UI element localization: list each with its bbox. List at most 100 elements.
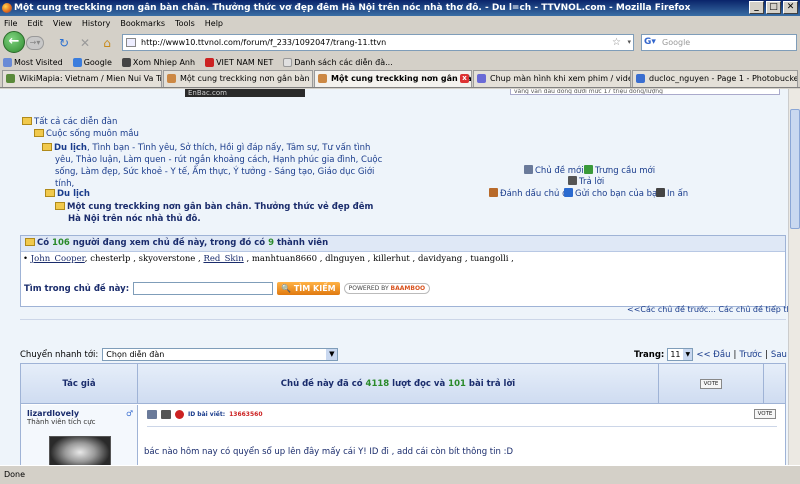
bookmark-topic-action[interactable]: Đánh dấu chủ đề <box>489 188 573 199</box>
forum-select[interactable]: Chọn diễn đàn ▼ <box>102 348 339 361</box>
menu-help[interactable]: Help <box>205 19 223 28</box>
bookmark-google[interactable]: Google <box>72 57 112 67</box>
topic-title: Một cung treckking nơn gân bàn chân. Thư… <box>55 201 388 225</box>
google-icon[interactable]: G▾ <box>644 36 658 49</box>
bookmark-most-visited[interactable]: Most Visited <box>3 57 63 67</box>
maximize-button[interactable]: □ <box>766 1 781 14</box>
folder-icon <box>55 202 65 210</box>
viewer-count: 106 <box>52 238 70 248</box>
tab-strip: WikiMapia: Vietnam / Mien Nui Va Trung..… <box>0 70 800 88</box>
firefox-icon <box>2 3 12 13</box>
bookmark-xom-nhiep-anh[interactable]: Xom Nhiep Anh <box>121 57 195 67</box>
reload-icon[interactable]: ↻ <box>56 35 72 51</box>
camera-icon <box>121 57 131 67</box>
bookmarks-toolbar: Most Visited Google Xom Nhiep Anh VIET N… <box>0 55 800 69</box>
tab-favicon-icon <box>167 74 176 83</box>
scrollbar-thumb[interactable] <box>790 109 800 229</box>
back-arrow-icon[interactable]: ← <box>3 31 25 53</box>
page-select[interactable]: 11 ▼ <box>667 348 694 361</box>
bookmark-star-icon[interactable]: ☆ <box>612 35 621 50</box>
print-action[interactable]: In ấn <box>656 188 688 199</box>
bookmark-forum-list[interactable]: Danh sách các diễn đà... <box>283 57 393 67</box>
action-label: Đánh dấu chủ đề <box>500 189 573 199</box>
post-divider <box>147 426 777 427</box>
menu-history[interactable]: History <box>82 19 110 28</box>
post-author-name[interactable]: lizardlovely <box>27 409 79 418</box>
viewer-user[interactable]: chesterlp <box>90 254 130 264</box>
close-button[interactable]: ✕ <box>783 1 798 14</box>
new-topic-action[interactable]: Chủ đề mới <box>524 165 584 176</box>
viewer-user[interactable]: skyoverstone <box>139 254 196 264</box>
new-poll-action[interactable]: Trưng cầu mới <box>584 165 655 176</box>
reply-action[interactable]: Trả lời <box>568 176 604 187</box>
pagination: Trang: 11 ▼ << Đầu | Trước | Sau <box>634 348 787 361</box>
tab-screen-capture[interactable]: Chup màn hình khi xem phim / video bằ... <box>473 70 631 87</box>
page-icon <box>283 57 293 67</box>
viewer-user[interactable]: Red_Skin <box>203 254 243 264</box>
report-icon[interactable] <box>175 410 184 419</box>
breadcrumb-level1[interactable]: Cuộc sống muôn mầu <box>34 129 139 139</box>
vote-cell: VOTE <box>658 364 763 404</box>
tab-photobucket[interactable]: ducloc_nguyen - Page 1 - Photobucket ... <box>632 70 798 87</box>
viewer-user[interactable]: manhtuan8660 <box>252 254 317 264</box>
post-vote-button[interactable]: VOTE <box>754 409 776 419</box>
post-body: ID bài viết: 13663560 VOTE bác nào hôm n… <box>139 405 785 465</box>
viewer-user[interactable]: John_Cooper <box>31 254 85 264</box>
view-count: 4118 <box>365 379 390 389</box>
menu-edit[interactable]: Edit <box>27 19 43 28</box>
viewer-user[interactable]: dlnguyen <box>325 254 365 264</box>
breadcrumb-current-forum[interactable]: Du lịch <box>45 189 90 199</box>
viewer-user[interactable]: davidyang <box>418 254 462 264</box>
viewers-header: Có 106 người đang xem chủ đề này, trong … <box>21 236 785 252</box>
next-page-link[interactable]: Sau <box>771 350 787 360</box>
menu-view[interactable]: View <box>53 19 72 28</box>
viewers-text: người đang xem chủ đề này, trong đó có <box>69 238 269 248</box>
edit-icon[interactable] <box>147 410 157 419</box>
tab-wikimapia[interactable]: WikiMapia: Vietnam / Mien Nui Va Trung..… <box>2 70 162 87</box>
search-bar[interactable]: G▾ Google <box>641 34 797 51</box>
home-icon[interactable]: ⌂ <box>99 35 115 51</box>
url-dropdown-icon[interactable]: ▾ <box>627 35 631 50</box>
google-icon <box>72 57 82 67</box>
folder-icon <box>34 129 44 137</box>
enbac-banner[interactable]: EnBac.com <box>185 89 305 97</box>
stop-icon[interactable]: ✕ <box>77 35 93 51</box>
stats-text: bài trả lời <box>465 379 516 389</box>
first-page-link[interactable]: << Đầu <box>696 350 730 360</box>
pager-label: Trang: <box>634 349 665 360</box>
viewer-user[interactable]: tuangolli <box>470 254 508 264</box>
bookmark-vietnamnet[interactable]: VIET NAM NET <box>205 57 273 67</box>
quick-jump: Chuyển nhanh tới: Chọn diễn đàn ▼ <box>20 348 339 361</box>
menu-tools[interactable]: Tools <box>175 19 195 28</box>
menu-bookmarks[interactable]: Bookmarks <box>120 19 165 28</box>
bookmark-label: Danh sách các diễn đà... <box>294 57 393 67</box>
send-friend-action[interactable]: Gửi cho bạn của bạn <box>564 188 663 199</box>
subforum-links[interactable]: , Tình bạn - Tình yêu, Sở thích, Hồi gì … <box>55 143 382 189</box>
tab-close-icon[interactable]: x <box>460 74 469 83</box>
forward-arrow-icon[interactable]: →▾ <box>26 36 44 50</box>
menu-file[interactable]: File <box>4 19 17 28</box>
printer-icon[interactable] <box>161 410 171 419</box>
window-title: Một cung treckking nơn gân bàn chân. Thư… <box>14 3 691 13</box>
prev-page-link[interactable]: Trước <box>739 350 762 360</box>
search-button[interactable]: 🔍 TÌM KIẾM <box>277 282 340 295</box>
viewer-user[interactable]: killerhut <box>373 254 410 264</box>
powered-by-text: POWERED BY <box>348 285 391 292</box>
forum-link-dulich[interactable]: Du lịch <box>54 143 87 153</box>
reply-count: 101 <box>448 379 466 389</box>
url-bar[interactable]: http://www10.ttvnol.com/forum/f_233/1092… <box>122 34 634 51</box>
tab-topic-1[interactable]: Một cung treckking nơn gân bàn chân... <box>163 70 313 87</box>
menu-bar: File Edit View History Bookmarks Tools H… <box>0 16 800 30</box>
prev-next-topics[interactable]: <<Các chủ đề trước... Các chủ đề tiếp th… <box>627 305 788 314</box>
divider <box>20 319 786 320</box>
window-controls: _ □ ✕ <box>749 1 798 14</box>
topic-search-input[interactable] <box>133 282 274 295</box>
tab-topic-active[interactable]: Một cung treckking nơn gân bàn ...x <box>314 70 472 87</box>
navigation-toolbar: ← →▾ ↻ ✕ ⌂ http://www10.ttvnol.com/forum… <box>0 30 800 54</box>
breadcrumb-root[interactable]: Tất cả các diễn đàn <box>22 117 117 127</box>
vertical-scrollbar[interactable] <box>788 89 800 465</box>
news-ticker[interactable]: vàng vẫn dẫu dồng dưới mức 17 triệu đồng… <box>510 89 780 95</box>
minimize-button[interactable]: _ <box>749 1 764 14</box>
post-message: bác nào hôm nay có quyển sổ up lên đây m… <box>144 447 513 457</box>
topic-vote-button[interactable]: VOTE <box>700 379 722 389</box>
